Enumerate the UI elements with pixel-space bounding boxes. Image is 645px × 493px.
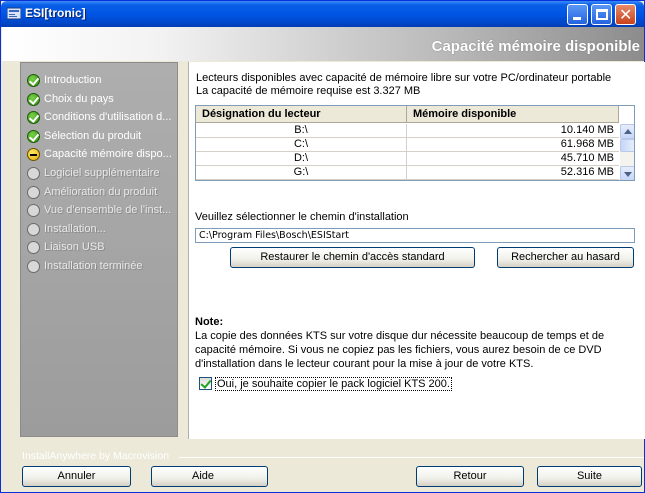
arrow-circle-icon <box>27 148 40 162</box>
header-band: Capacité mémoire disponible <box>2 27 644 61</box>
close-button[interactable]: ✕ <box>615 4 636 25</box>
step-label: Logiciel supplémentaire <box>44 167 160 179</box>
check-circle-icon <box>27 129 40 143</box>
drive-cell: C:\ <box>196 138 407 152</box>
step-label: Installation terminée <box>44 260 143 272</box>
column-header-memory[interactable]: Mémoire disponible <box>407 106 619 123</box>
empty-circle-icon <box>27 260 40 273</box>
install-path-label: Veuillez sélectionner le chemin d'instal… <box>195 211 409 223</box>
table-row[interactable]: D:\ 45.710 MB <box>196 152 619 166</box>
intro-text: Lecteurs disponibles avec capacité de mé… <box>196 72 612 84</box>
table-row[interactable]: C:\ 61.968 MB <box>196 138 619 152</box>
step-label: Amélioration du produit <box>44 185 158 198</box>
memory-cell: 61.968 MB <box>560 138 614 150</box>
check-circle-icon <box>27 111 40 125</box>
maximize-button[interactable] <box>591 4 612 25</box>
memory-cell: 52.316 MB <box>560 166 614 178</box>
copy-kts-checkbox[interactable] <box>199 377 212 390</box>
table-row[interactable]: G:\ 52.316 MB <box>196 166 619 180</box>
install-path-input[interactable]: C:\Program Files\Bosch\ESIStart <box>195 228 635 243</box>
empty-circle-icon <box>27 185 40 199</box>
drive-table: Désignation du lecteur Mémoire disponibl… <box>195 105 635 181</box>
note-title: Note: <box>195 316 224 328</box>
required-capacity-text: La capacité de mémoire requise est 3.327… <box>196 85 421 97</box>
note-text-line: d'installation dans le lecteur courant p… <box>195 358 534 370</box>
step-label: Capacité mémoire dispo... <box>44 148 172 161</box>
minimize-icon <box>573 17 581 20</box>
help-button[interactable]: Aide <box>151 466 268 487</box>
step-label: Vue d'ensemble de l'inst... <box>44 204 172 217</box>
vendor-label: InstallAnywhere by Macrovision <box>22 450 170 462</box>
step-label: Choix du pays <box>44 92 114 105</box>
restore-default-path-button[interactable]: Restaurer le chemin d'accès standard <box>230 247 475 268</box>
cancel-button[interactable]: Annuler <box>22 466 131 487</box>
footer-divider <box>179 457 644 458</box>
drive-cell: G:\ <box>196 166 407 180</box>
note-text-line: capacité mémoire. Si vous ne copiez pas … <box>195 344 602 356</box>
close-icon: ✕ <box>619 5 633 24</box>
empty-circle-icon <box>27 222 40 236</box>
back-button[interactable]: Retour <box>416 466 524 487</box>
step-label: Installation... <box>44 222 106 235</box>
drive-cell: D:\ <box>196 152 407 166</box>
note-text-line: La copie des données KTS sur votre disqu… <box>195 330 605 342</box>
step-label: Conditions d'utilisation d... <box>44 111 172 124</box>
check-circle-icon <box>27 74 40 87</box>
step-label: Sélection du produit <box>44 129 142 142</box>
minimize-button[interactable] <box>567 4 588 25</box>
table-scrollbar[interactable] <box>620 124 634 180</box>
drive-cell: B:\ <box>196 124 407 138</box>
memory-cell: 10.140 MB <box>560 124 614 136</box>
step-label: Liaison USB <box>44 241 105 254</box>
step-label: Introduction <box>44 74 102 86</box>
maximize-icon <box>596 9 608 20</box>
next-button[interactable]: Suite <box>537 466 642 487</box>
scroll-thumb[interactable] <box>620 139 634 152</box>
check-circle-icon <box>27 92 40 106</box>
app-icon <box>7 7 21 20</box>
empty-circle-icon <box>27 241 40 255</box>
installer-window: ESI[tronic] ✕ Capacité mémoire disponibl… <box>0 0 645 493</box>
copy-kts-checkbox-label[interactable]: Oui, je souhaite copier le pack logiciel… <box>215 377 452 391</box>
page-title: Capacité mémoire disponible <box>431 38 640 55</box>
table-row[interactable]: B:\ 10.140 MB <box>196 124 619 138</box>
window-title: ESI[tronic] <box>25 6 86 20</box>
chevron-down-icon <box>624 172 632 177</box>
title-bar[interactable]: ESI[tronic] ✕ <box>1 1 644 27</box>
memory-cell: 45.710 MB <box>560 152 614 164</box>
browse-button[interactable]: Rechercher au hasard <box>497 247 634 268</box>
empty-circle-icon <box>27 167 40 180</box>
chevron-up-icon <box>624 129 632 134</box>
empty-circle-icon <box>27 204 40 218</box>
scroll-down-button[interactable] <box>620 166 634 180</box>
column-header-drive[interactable]: Désignation du lecteur <box>196 106 407 123</box>
steps-panel: Introduction Choix du pays Conditions d'ut… <box>20 62 178 437</box>
scroll-up-button[interactable] <box>620 124 634 139</box>
